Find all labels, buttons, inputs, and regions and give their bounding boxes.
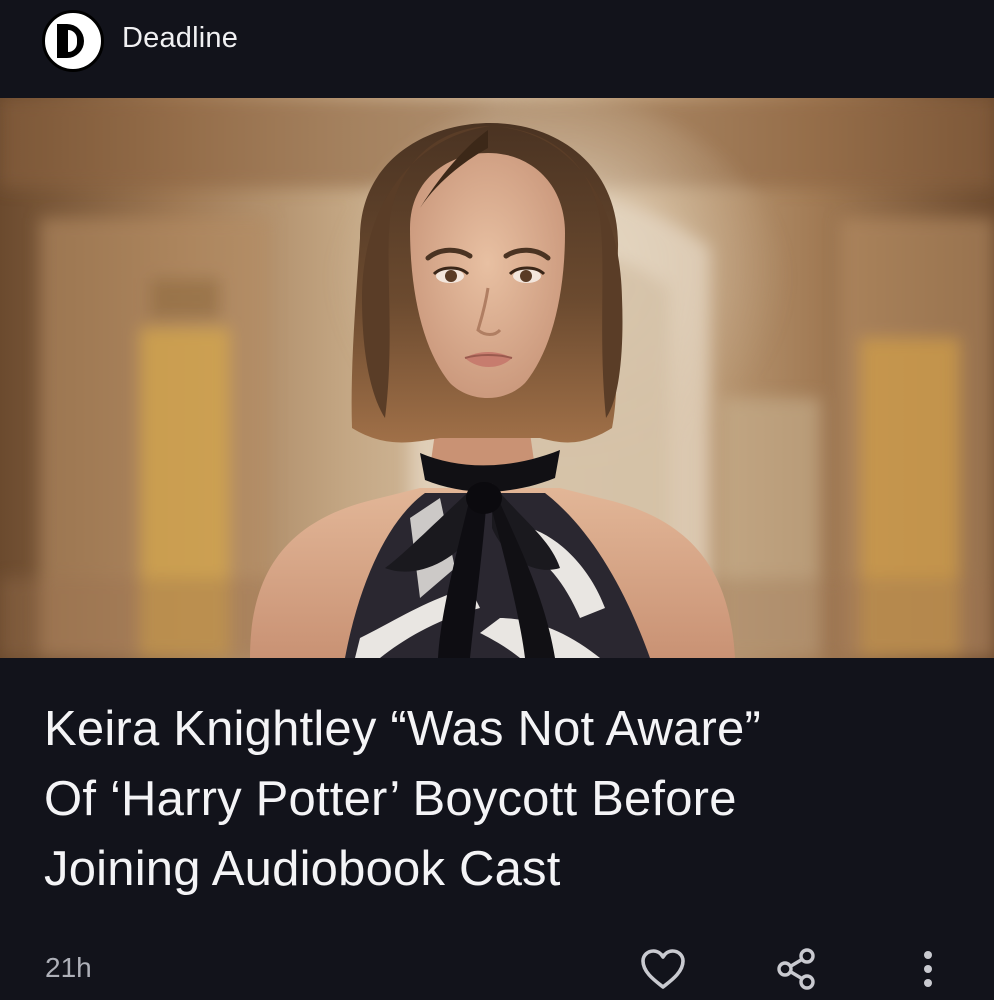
headline-line: Keira Knightley “Was Not Aware” [44,702,761,756]
headline-line: Of ‘Harry Potter’ Boycott Before [44,772,737,826]
portrait-photo [0,98,994,658]
like-button[interactable] [637,943,689,995]
source-header: Deadline [0,0,994,98]
article-headline[interactable]: Keira Knightley “Was Not Aware” Of ‘Harr… [44,694,964,904]
more-options-button[interactable] [902,943,954,995]
share-button[interactable] [770,943,822,995]
news-card[interactable]: Deadline Keira Knightley “Was Not Aware”… [0,0,994,1000]
deadline-logo[interactable] [42,10,104,72]
hero-image[interactable] [0,98,994,658]
article-age: 21h [45,952,92,983]
headline-line: Joining Audiobook Cast [44,842,561,896]
card-footer: 21h [0,935,994,1000]
share-icon [777,948,815,990]
heart-outline-icon [641,949,685,989]
more-vertical-icon [924,951,932,987]
source-name[interactable]: Deadline [122,20,238,56]
